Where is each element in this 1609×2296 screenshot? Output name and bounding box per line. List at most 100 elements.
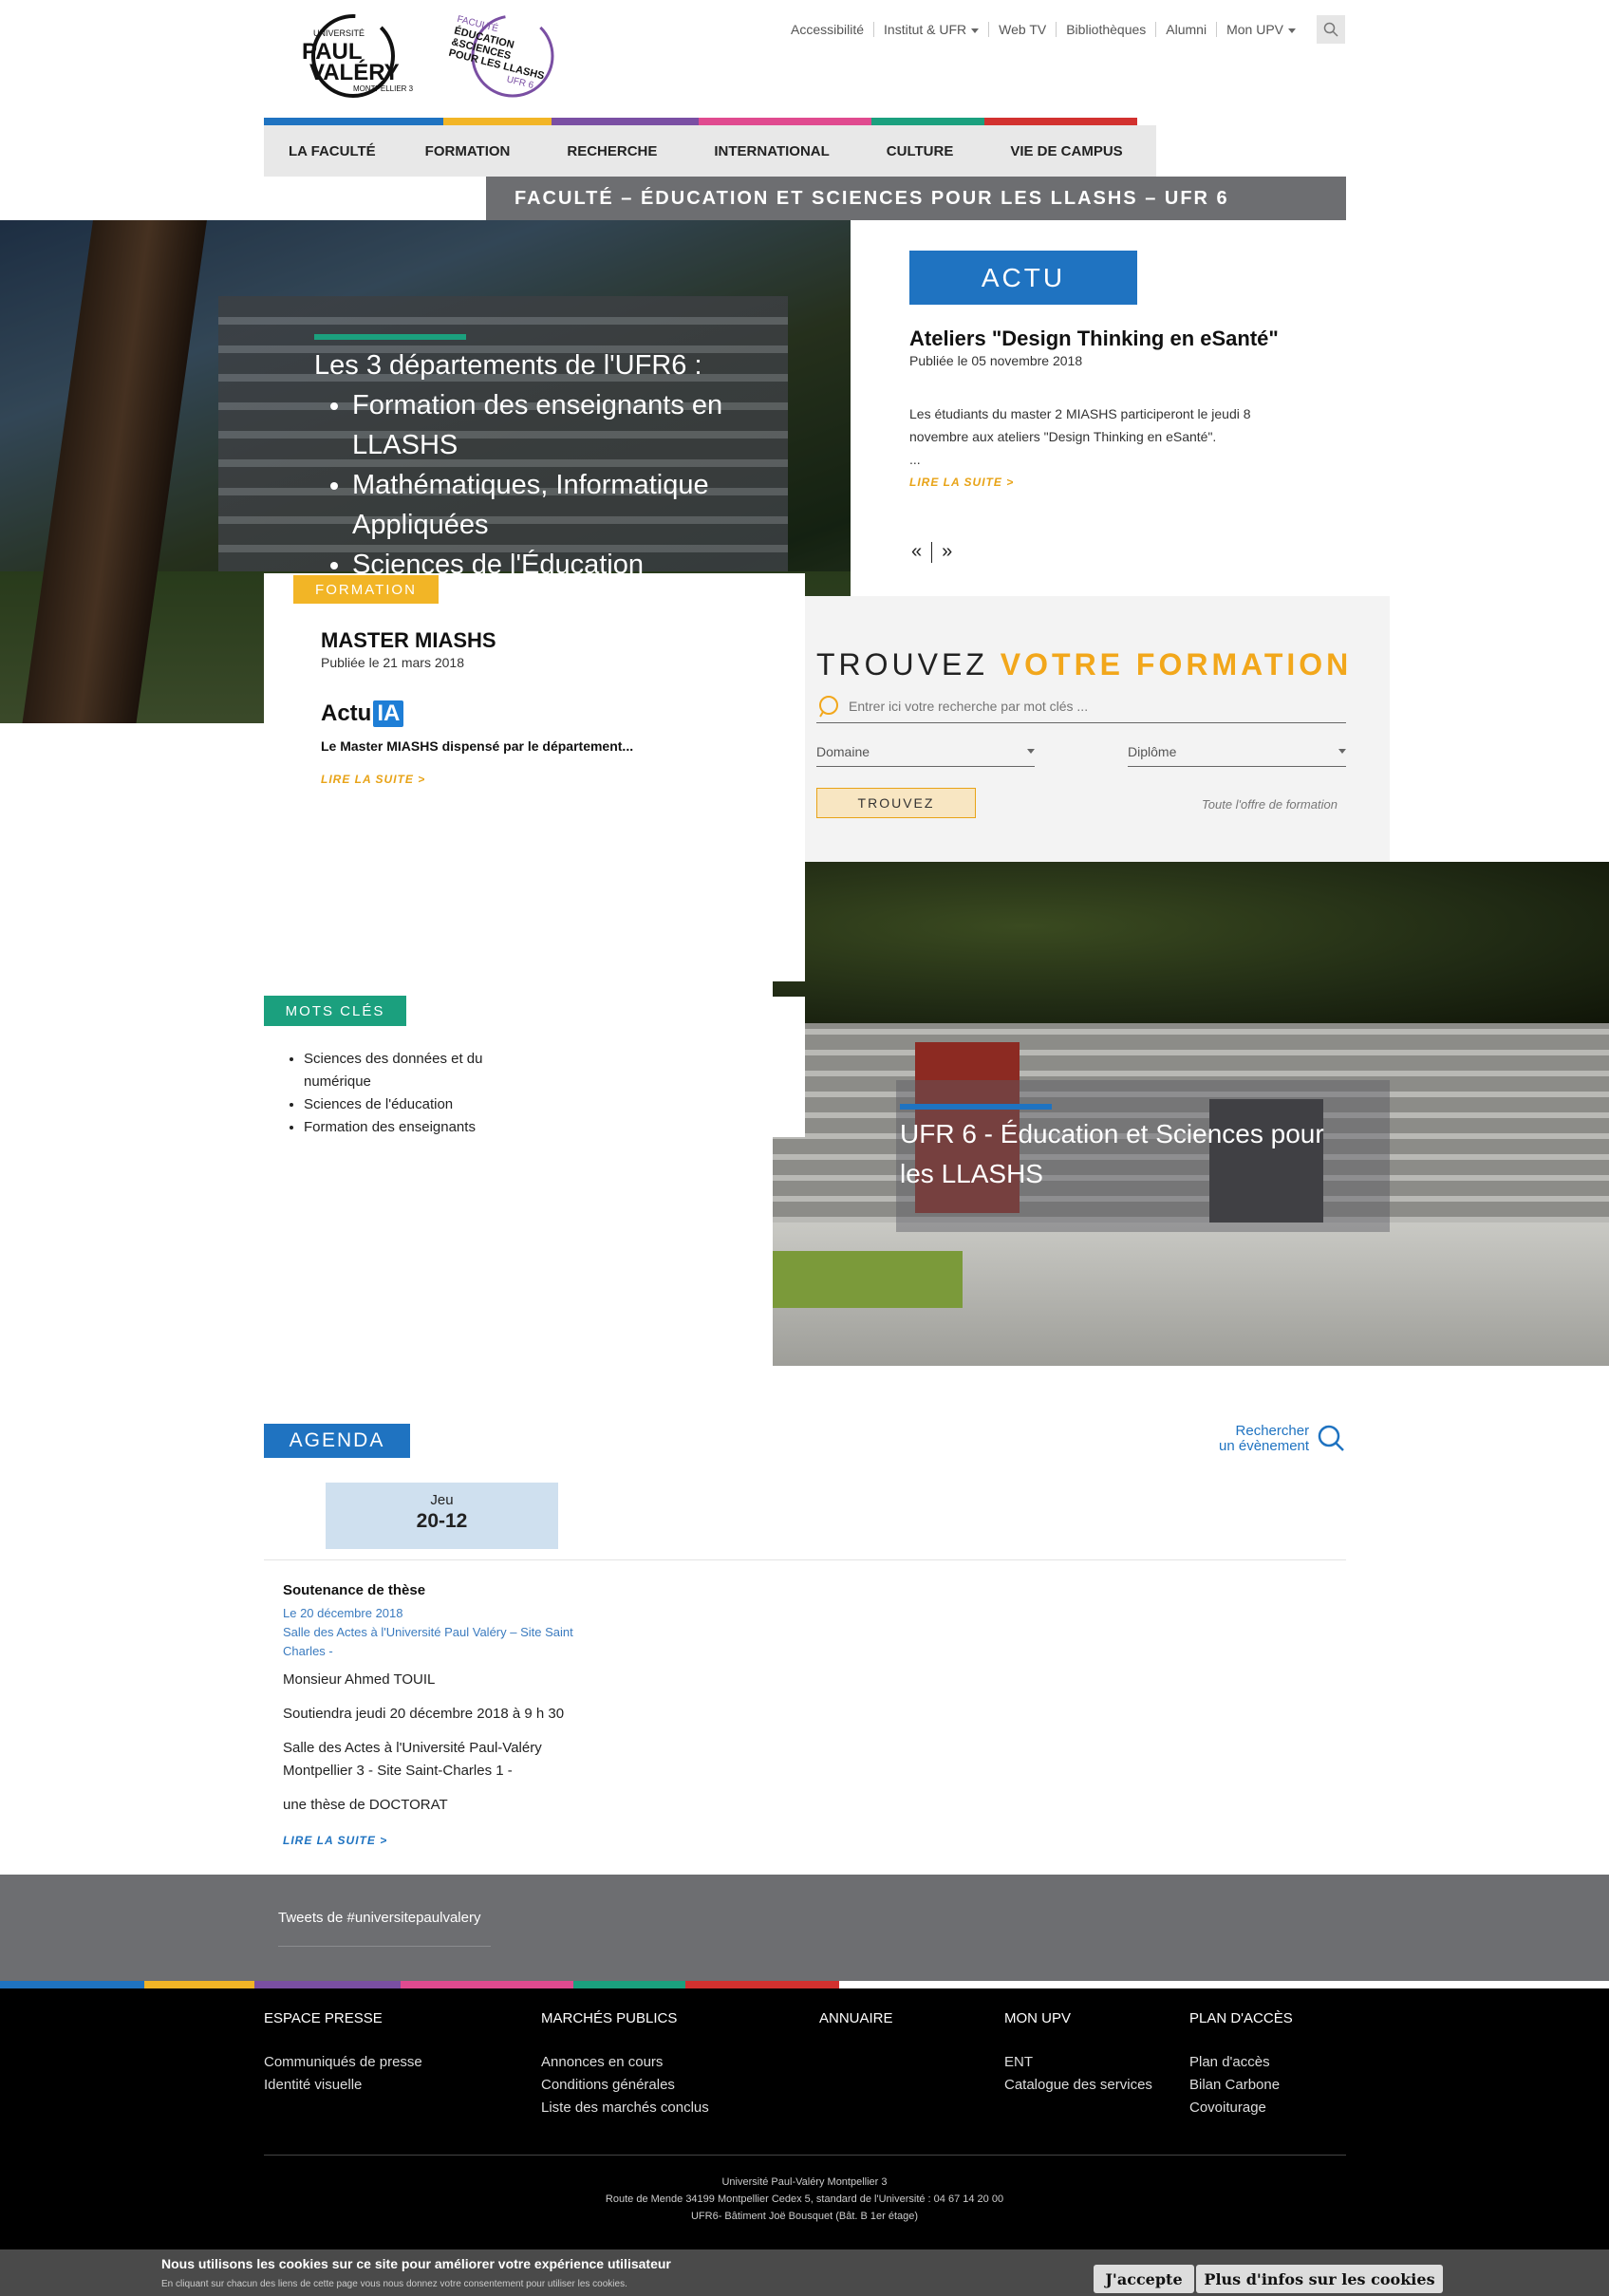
nav-item-faculte[interactable]: LA FACULTÉ — [264, 143, 401, 159]
event-meta: Le 20 décembre 2018 Salle des Actes à l'… — [283, 1604, 596, 1661]
upv-logo[interactable]: UNIVERSITÉ PAUL VALÉRY MONTPELLIER 3 — [294, 13, 418, 99]
nav-item-formation[interactable]: FORMATION — [401, 143, 535, 159]
chevron-down-icon — [971, 28, 980, 33]
color-segment — [573, 1981, 685, 1988]
domain-select[interactable]: Domaine — [816, 737, 1035, 767]
formation-search-panel — [773, 596, 1390, 862]
formation-date: Publiée le 21 mars 2018 — [321, 655, 464, 670]
formation-search-input[interactable] — [849, 698, 1323, 714]
upv-logo-line4: MONTPELLIER 3 — [353, 84, 414, 93]
footer-col-presse: ESPACE PRESSE Communiqués de presse Iden… — [264, 2010, 422, 2097]
top-link-mon-upv[interactable]: Mon UPV — [1216, 22, 1305, 37]
all-formations-link[interactable]: Toute l'offre de formation — [1202, 797, 1338, 812]
upv-logo-line1: UNIVERSITÉ — [313, 28, 365, 38]
cookie-accept-button[interactable]: J'accepte — [1094, 2265, 1194, 2293]
keywords-tag: MOTS CLÉS — [264, 996, 406, 1026]
formation-search-field — [816, 689, 1346, 723]
actu-body: Les étudiants du master 2 MIASHS partici… — [909, 402, 1308, 494]
event-body-line: Soutiendra jeudi 20 décembre 2018 à 9 h … — [283, 1706, 565, 1722]
keyword-item[interactable]: Sciences de l'éducation — [304, 1093, 513, 1116]
nav-item-culture[interactable]: CULTURE — [854, 143, 979, 159]
tree-canopy-shape — [773, 862, 1609, 1023]
formation-title[interactable]: MASTER MIASHS — [321, 628, 496, 653]
color-segment — [264, 118, 443, 125]
footer-link[interactable]: Conditions générales — [541, 2074, 709, 2097]
footer-col-marches: MARCHÉS PUBLICS Annonces en cours Condit… — [541, 2010, 709, 2119]
domain-select-label: Domaine — [816, 743, 870, 759]
top-link-accessibility[interactable]: Accessibilité — [781, 22, 873, 37]
tweets-label[interactable]: Tweets de #universitepaulvalery — [278, 1910, 480, 1926]
chevron-down-icon — [1027, 749, 1035, 754]
find-button[interactable]: TROUVEZ — [816, 788, 976, 818]
footer-col-title[interactable]: MARCHÉS PUBLICS — [541, 2010, 709, 2026]
next-arrow-icon[interactable]: » — [942, 541, 952, 563]
hero-list: Formation des enseignants en LLASHS Math… — [352, 385, 751, 585]
search-icon[interactable] — [1316, 1424, 1346, 1454]
actu-date: Publiée le 05 novembre 2018 — [909, 353, 1083, 368]
keyword-item[interactable]: Formation des enseignants — [304, 1116, 513, 1139]
actu-title[interactable]: Ateliers "Design Thinking en eSanté" — [909, 327, 1279, 351]
event-read-more-link[interactable]: LIRE LA SUITE > — [283, 1834, 387, 1847]
footer-col-acces: PLAN D'ACCÈS Plan d'accès Bilan Carbone … — [1189, 2010, 1293, 2119]
actu-body-text: Les étudiants du master 2 MIASHS partici… — [909, 406, 1251, 444]
footer-link[interactable]: Catalogue des services — [1004, 2074, 1152, 2097]
footer-col-title[interactable]: ANNUAIRE — [819, 2010, 893, 2026]
event-title[interactable]: Soutenance de thèse — [283, 1582, 425, 1598]
hero-list-item: Formation des enseignants en LLASHS — [352, 385, 751, 465]
top-link-webtv[interactable]: Web TV — [988, 22, 1056, 37]
event-body: Monsieur Ahmed TOUIL Soutiendra jeudi 20… — [283, 1669, 568, 1828]
building-caption: UFR 6 - Éducation et Sciences pour les L… — [900, 1119, 1324, 1188]
event-body-line: Monsieur Ahmed TOUIL — [283, 1671, 436, 1688]
address-line: Université Paul-Valéry Montpellier 3 — [721, 2176, 888, 2188]
event-place: Salle des Actes à l'Université Paul Valé… — [283, 1625, 573, 1658]
main-nav: LA FACULTÉ FORMATION RECHERCHE INTERNATI… — [264, 125, 1156, 177]
hero-caption: Les 3 départements de l'UFR6 : Formation… — [314, 345, 751, 585]
actuia-logo-ia: IA — [373, 700, 404, 727]
footer-col-mon-upv: MON UPV ENT Catalogue des services — [1004, 2010, 1152, 2097]
hero-list-item: Mathématiques, Informatique Appliquées — [352, 465, 751, 545]
color-segment — [443, 118, 552, 125]
top-link-institut[interactable]: Institut & UFR — [873, 22, 988, 37]
event-body-line: une thèse de DOCTORAT — [283, 1797, 448, 1813]
faculty-logo[interactable]: FACULTÉ ÉDUCATION &SCIENCES POUR LES LLA… — [446, 11, 579, 102]
color-segment — [254, 1981, 401, 1988]
pager-divider — [931, 541, 933, 563]
footer-link[interactable]: Annonces en cours — [541, 2051, 709, 2074]
footer-link[interactable]: Bilan Carbone — [1189, 2074, 1293, 2097]
footer-col-title[interactable]: ESPACE PRESSE — [264, 2010, 422, 2026]
search-title-a: TROUVEZ — [816, 647, 1001, 681]
top-link-libraries[interactable]: Bibliothèques — [1056, 22, 1155, 37]
tweets-divider — [278, 1946, 491, 1947]
footer-link[interactable]: Liste des marchés conclus — [541, 2097, 709, 2119]
footer-link[interactable]: Communiqués de presse — [264, 2051, 422, 2074]
formation-description: Le Master MIASHS dispensé par le départe… — [321, 738, 634, 754]
nav-item-recherche[interactable]: RECHERCHE — [534, 143, 682, 159]
footer-col-title[interactable]: PLAN D'ACCÈS — [1189, 2010, 1293, 2026]
footer-link[interactable]: ENT — [1004, 2051, 1152, 2074]
tweets-band — [0, 1875, 1609, 1981]
footer-link[interactable]: Plan d'accès — [1189, 2051, 1293, 2074]
event-search-line1: Rechercher — [1235, 1423, 1310, 1439]
footer-col-title[interactable]: MON UPV — [1004, 2010, 1152, 2026]
event-search-link[interactable]: Rechercher un évènement — [1219, 1424, 1309, 1454]
top-link-alumni[interactable]: Alumni — [1155, 22, 1216, 37]
formation-read-more-link[interactable]: LIRE LA SUITE > — [321, 773, 425, 786]
cookie-more-info-button[interactable]: Plus d'infos sur les cookies — [1196, 2265, 1443, 2293]
nav-item-international[interactable]: INTERNATIONAL — [682, 143, 853, 159]
diploma-select[interactable]: Diplôme — [1128, 737, 1346, 767]
color-segment — [685, 1981, 839, 1988]
actuia-logo-text: Actu — [321, 700, 372, 726]
top-link-mon-upv-label: Mon UPV — [1226, 22, 1283, 37]
keyword-item[interactable]: Sciences des données et du numérique — [304, 1048, 513, 1093]
formation-tag: FORMATION — [293, 575, 439, 604]
search-button[interactable] — [1317, 15, 1345, 44]
actu-read-more-link[interactable]: LIRE LA SUITE > — [909, 471, 1308, 494]
diploma-select-label: Diplôme — [1128, 743, 1177, 759]
footer-color-bar — [0, 1981, 839, 1988]
previous-arrow-icon[interactable]: « — [911, 541, 922, 563]
color-segment — [984, 118, 1137, 125]
footer-link[interactable]: Covoiturage — [1189, 2097, 1293, 2119]
footer-link[interactable]: Identité visuelle — [264, 2074, 422, 2097]
nav-item-vie-campus[interactable]: VIE DE CAMPUS — [978, 143, 1147, 159]
address-line: Route de Mende 34199 Montpellier Cedex 5… — [605, 2193, 1004, 2205]
